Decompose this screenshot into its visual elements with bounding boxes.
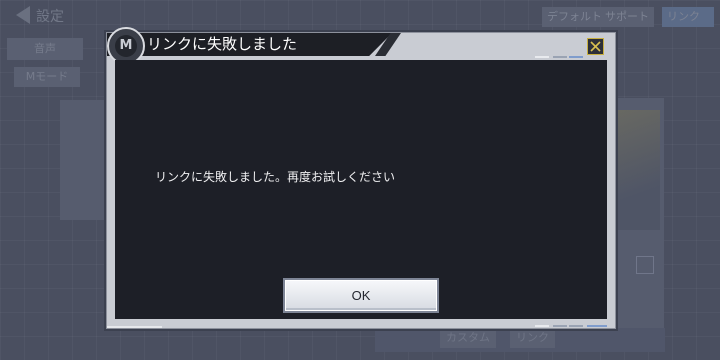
background-tab-default: デフォルト [542, 7, 607, 27]
footer-accent-dash [535, 325, 549, 327]
close-button[interactable] [587, 38, 604, 55]
background-bottom-tab-custom: カスタム [440, 328, 496, 348]
link-failed-dialog: リンクに失敗しました M リンクに失敗しました。再度お試しください OK [106, 27, 616, 329]
background-button-mode: Mモード [14, 67, 80, 87]
dialog-header: リンクに失敗しました [107, 33, 615, 58]
background-checkbox [636, 256, 654, 274]
background-panel-left [60, 100, 110, 220]
header-accent-dash [553, 56, 567, 58]
header-accent-dash [569, 56, 583, 58]
background-page-title: 設定 [36, 9, 64, 25]
dialog-title: リンクに失敗しました [147, 35, 298, 53]
background-bottom-tab-link: リンク [510, 328, 555, 348]
background-tab-support: サポート [600, 7, 654, 27]
footer-accent-dash [569, 325, 583, 327]
close-x-icon [590, 41, 601, 52]
background-button-audio: 音声 [7, 38, 83, 60]
dialog-message: リンクに失敗しました。再度お試しください [155, 170, 396, 184]
footer-accent-dash [553, 325, 567, 327]
ok-button[interactable]: OK [285, 280, 437, 311]
footer-accent-dash [587, 325, 607, 327]
dialog-footer-bar [107, 326, 162, 328]
logo-emblem: M [115, 35, 137, 57]
header-accent-dash [535, 56, 549, 58]
background-tab-link: リンク [662, 7, 714, 27]
back-arrow-icon [16, 6, 30, 24]
